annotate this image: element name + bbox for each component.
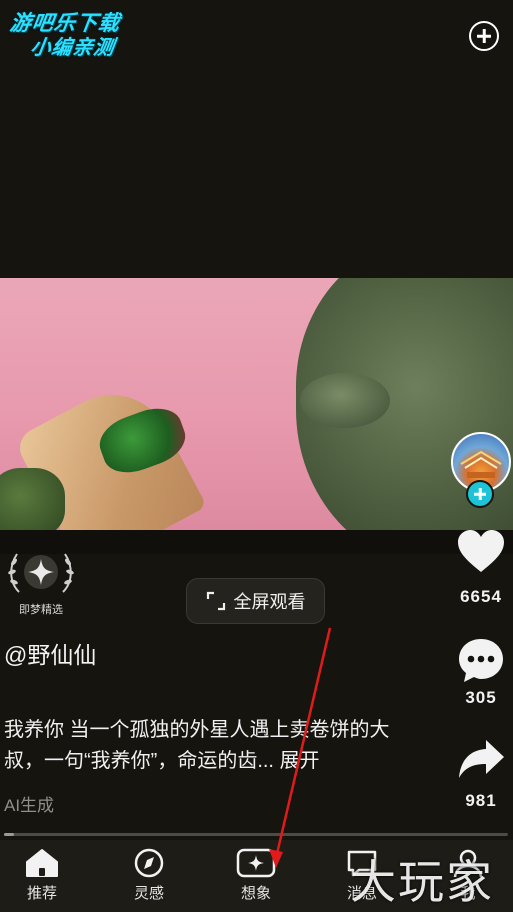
nav-item-create[interactable]: 想象: [216, 848, 296, 903]
badge-label: 即梦精选: [19, 604, 63, 616]
bottom-watermark: 大玩家: [350, 855, 494, 909]
nav-label-inspiration: 灵感: [133, 885, 164, 902]
expand-link[interactable]: 展开: [280, 750, 320, 772]
like-heart-icon[interactable]: [456, 528, 506, 576]
home-icon: [26, 849, 58, 877]
comment-count: 305: [465, 688, 497, 707]
nav-item-inspiration[interactable]: 灵感: [109, 848, 189, 903]
fullscreen-label: 全屏观看: [233, 592, 306, 612]
alien-lip-graphic: [300, 373, 390, 428]
watermark-line-1: 游吧乐下载: [8, 12, 122, 35]
fullscreen-button[interactable]: 全屏观看: [186, 578, 325, 624]
alien-hand-graphic: [0, 468, 65, 530]
compass-icon: [134, 848, 164, 878]
video-frame[interactable]: [0, 278, 513, 530]
description-text: 我养你 当一个孤独的外星人遇上卖卷饼的大叔，一句“我养你”，命运的齿...: [4, 719, 390, 772]
ai-generated-tag: AI生成: [4, 796, 55, 815]
video-description[interactable]: 我养你 当一个孤独的外星人遇上卖卷饼的大叔，一句“我养你”，命运的齿... 展开: [4, 715, 424, 777]
like-count: 6654: [460, 587, 502, 606]
share-arrow-icon[interactable]: [456, 738, 506, 786]
watermark-logo: 游吧乐下载 小编亲测: [4, 12, 151, 64]
curated-badge: 即梦精选: [5, 548, 77, 616]
expand-icon: [206, 591, 225, 611]
nav-label-home: 推荐: [26, 885, 57, 902]
laurel-sparkle-icon: [8, 553, 74, 593]
sparkle-create-icon: [236, 848, 276, 878]
follow-plus-icon[interactable]: [466, 480, 494, 508]
nav-item-home[interactable]: 推荐: [2, 848, 82, 903]
progress-bar[interactable]: [4, 833, 508, 836]
watermark-line-2: 小编亲测: [29, 37, 117, 59]
author-name[interactable]: @野仙仙: [4, 636, 96, 670]
plus-circle-icon[interactable]: [469, 21, 499, 51]
nav-label-create: 想象: [240, 885, 271, 902]
comment-bubble-icon[interactable]: [456, 636, 506, 684]
share-count: 981: [465, 791, 497, 810]
progress-fill: [4, 833, 15, 836]
